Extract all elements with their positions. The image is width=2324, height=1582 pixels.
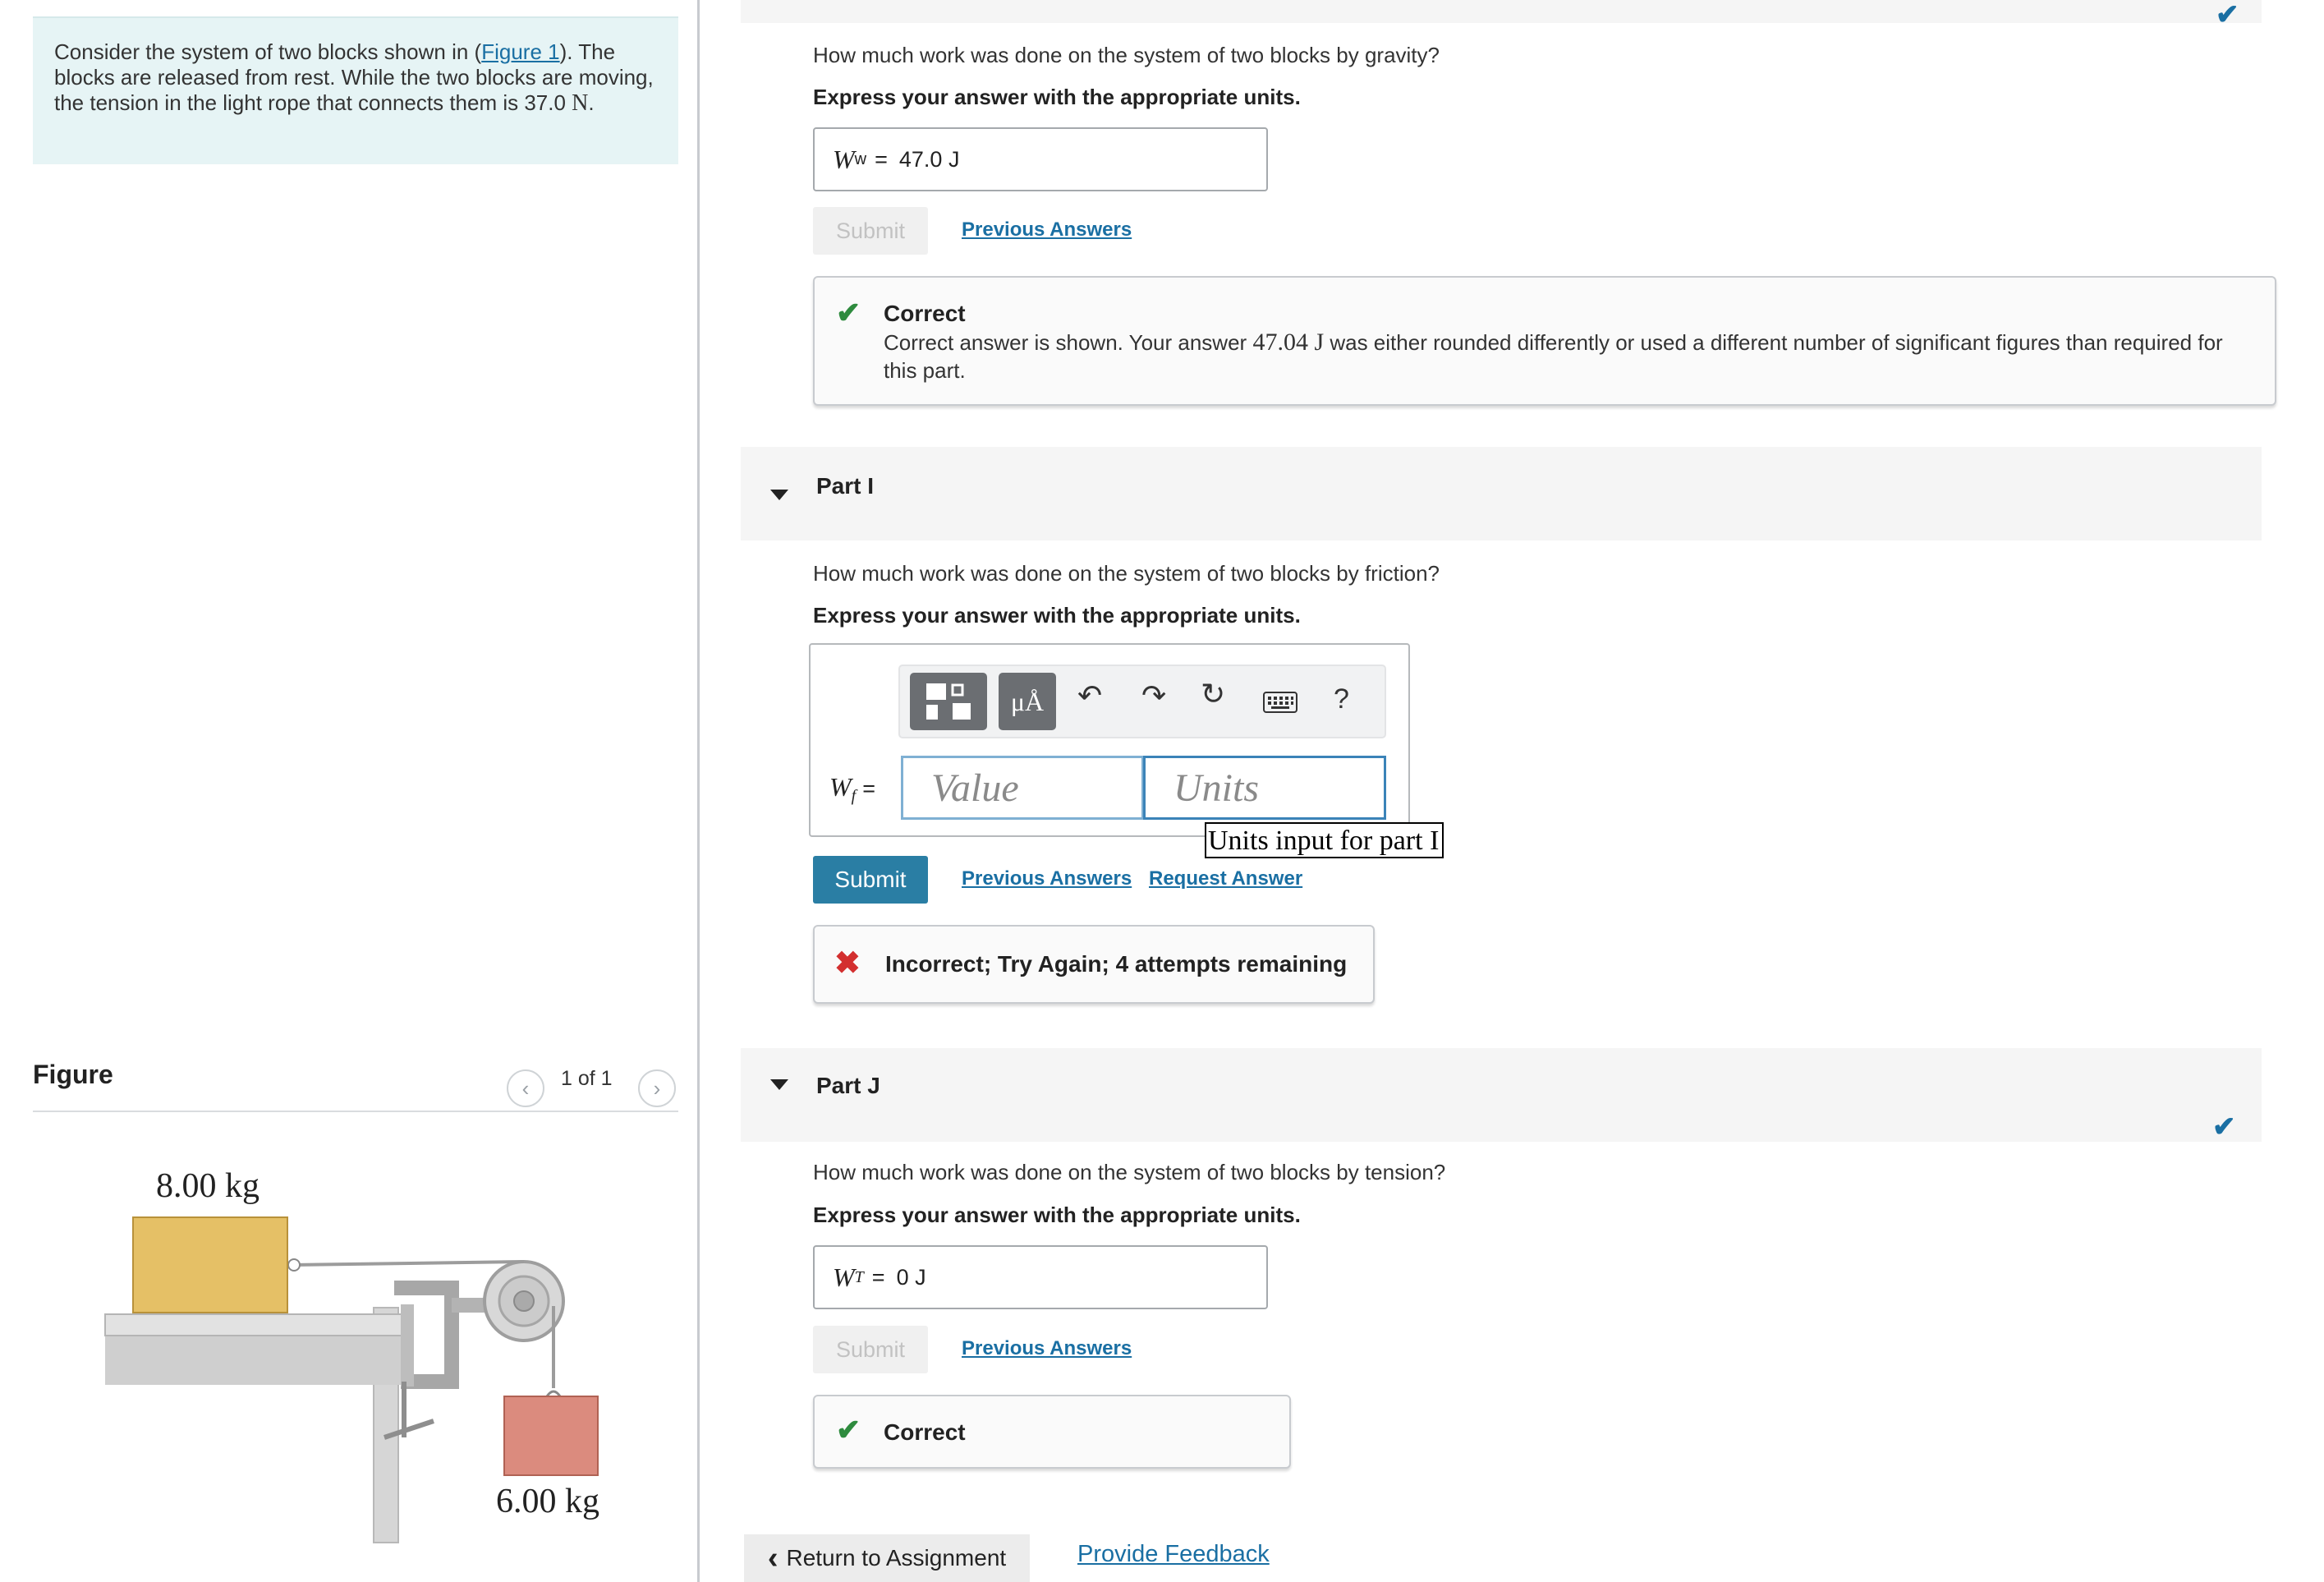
- prev-figure-button[interactable]: ‹: [507, 1069, 544, 1107]
- part-h-feedback: ✔ Correct Correct answer is shown. Your …: [813, 276, 2276, 406]
- pulley-axle: [513, 1290, 535, 1312]
- part-h-question: How much work was done on the system of …: [813, 43, 1440, 67]
- part-j-subscript: T: [854, 1267, 864, 1286]
- part-j-answer-field: WT = 0 J: [813, 1245, 1268, 1309]
- units-input[interactable]: Units: [1143, 756, 1386, 820]
- part-i-question: How much work was done on the system of …: [813, 561, 1440, 586]
- part-i-symbol-letter: W: [829, 772, 852, 802]
- part-j-header[interactable]: Part J ✔: [741, 1048, 2262, 1143]
- units-symbol-button[interactable]: μÅ: [999, 673, 1056, 730]
- part-i-symbol: Wf =: [829, 772, 875, 805]
- chevron-left-icon: ‹: [521, 1075, 530, 1101]
- part-h-answer: 47.0 J: [898, 146, 960, 172]
- part-i-previous-answers-link[interactable]: Previous Answers: [962, 867, 1132, 890]
- part-i-header[interactable]: Part I: [741, 447, 2262, 540]
- rope-horizontal: [292, 1260, 525, 1267]
- tension-unit: N: [572, 90, 589, 116]
- part-i-instruction: Express your answer with the appropriate…: [813, 603, 1301, 628]
- part-j-previous-answers-link[interactable]: Previous Answers: [962, 1337, 1132, 1360]
- incorrect-x-icon: ✖: [834, 946, 861, 981]
- templates-button[interactable]: [910, 673, 987, 730]
- feedback-text-a: Correct answer is shown. Your answer: [884, 330, 1253, 355]
- part-i-subscript: f: [851, 787, 857, 805]
- part-j-label: Part J: [816, 1073, 880, 1098]
- reset-icon[interactable]: ↻: [1201, 677, 1225, 711]
- block-8kg: [132, 1216, 288, 1313]
- chevron-right-icon: ›: [653, 1075, 661, 1101]
- rope-hook: [287, 1258, 301, 1272]
- part-j-symbol: W: [833, 1262, 855, 1292]
- chevron-left-icon: ‹: [767, 1541, 778, 1575]
- figure-link[interactable]: Figure 1: [481, 39, 559, 64]
- help-icon[interactable]: ?: [1334, 683, 1349, 715]
- part-i-submit-button[interactable]: Submit: [813, 856, 928, 904]
- part-j-instruction: Express your answer with the appropriate…: [813, 1203, 1301, 1227]
- part-i-feedback: ✖ Incorrect; Try Again; 4 attempts remai…: [813, 925, 1375, 1004]
- part-i-feedback-text: Incorrect; Try Again; 4 attempts remaini…: [885, 951, 1348, 977]
- check-icon: ✔: [836, 296, 861, 329]
- part-j-feedback: ✔ Correct: [813, 1395, 1291, 1469]
- part-h-feedback-text: Correct answer is shown. Your answer 47.…: [884, 329, 2247, 384]
- undo-icon[interactable]: ↶: [1077, 678, 1102, 713]
- problem-text-end: .: [588, 90, 595, 115]
- figure-title: Figure: [33, 1060, 113, 1089]
- table-edge: [104, 1313, 411, 1336]
- part-j-question: How much work was done on the system of …: [813, 1160, 1446, 1184]
- part-h-answer-field: Ww = 47.0 J: [813, 127, 1268, 191]
- next-figure-button[interactable]: ›: [638, 1069, 676, 1107]
- part-h-header[interactable]: [741, 0, 2262, 23]
- problem-text: Consider the system of two blocks shown …: [54, 39, 482, 64]
- figure-divider: [33, 1111, 678, 1112]
- block-6kg: [503, 1396, 599, 1476]
- mass-label-top: 8.00 kg: [156, 1167, 259, 1205]
- part-h-feedback-title: Correct: [884, 301, 966, 326]
- value-input[interactable]: Value: [901, 756, 1144, 820]
- templates-icon: [926, 683, 971, 720]
- redo-icon[interactable]: ↷: [1141, 678, 1166, 713]
- caret-down-icon: [770, 490, 788, 500]
- part-j-feedback-title: Correct: [884, 1419, 966, 1445]
- part-j-submit-button[interactable]: Submit: [813, 1326, 928, 1373]
- part-i-request-answer-link[interactable]: Request Answer: [1149, 867, 1302, 890]
- return-to-assignment-button[interactable]: ‹ Return to Assignment: [744, 1534, 1030, 1582]
- part-i-label: Part I: [816, 473, 875, 499]
- feedback-value: 47.04 J: [1252, 329, 1325, 356]
- check-icon: ✔: [836, 1413, 861, 1446]
- part-j-answer: 0 J: [896, 1264, 926, 1290]
- keyboard-icon[interactable]: [1263, 692, 1297, 713]
- caret-down-icon: [770, 1079, 788, 1090]
- provide-feedback-link[interactable]: Provide Feedback: [1077, 1541, 1270, 1568]
- part-h-previous-answers-link[interactable]: Previous Answers: [962, 218, 1132, 241]
- part-h-subscript: w: [854, 149, 867, 168]
- part-j-complete-check-icon: ✔: [2212, 1111, 2236, 1143]
- problem-statement: Consider the system of two blocks shown …: [33, 16, 678, 164]
- part-h-submit-button[interactable]: Submit: [813, 207, 928, 255]
- figure-counter: 1 of 1: [561, 1067, 613, 1090]
- clamp-jaw: [401, 1304, 414, 1387]
- part-h-instruction: Express your answer with the appropriate…: [813, 85, 1301, 109]
- part-h-complete-check-icon: ✔: [2216, 0, 2239, 30]
- part-h-symbol: W: [833, 144, 855, 174]
- mass-label-bottom: 6.00 kg: [496, 1483, 599, 1520]
- units-tooltip: Units input for part I: [1205, 822, 1444, 858]
- return-label: Return to Assignment: [786, 1545, 1007, 1571]
- panel-divider: [697, 0, 700, 1582]
